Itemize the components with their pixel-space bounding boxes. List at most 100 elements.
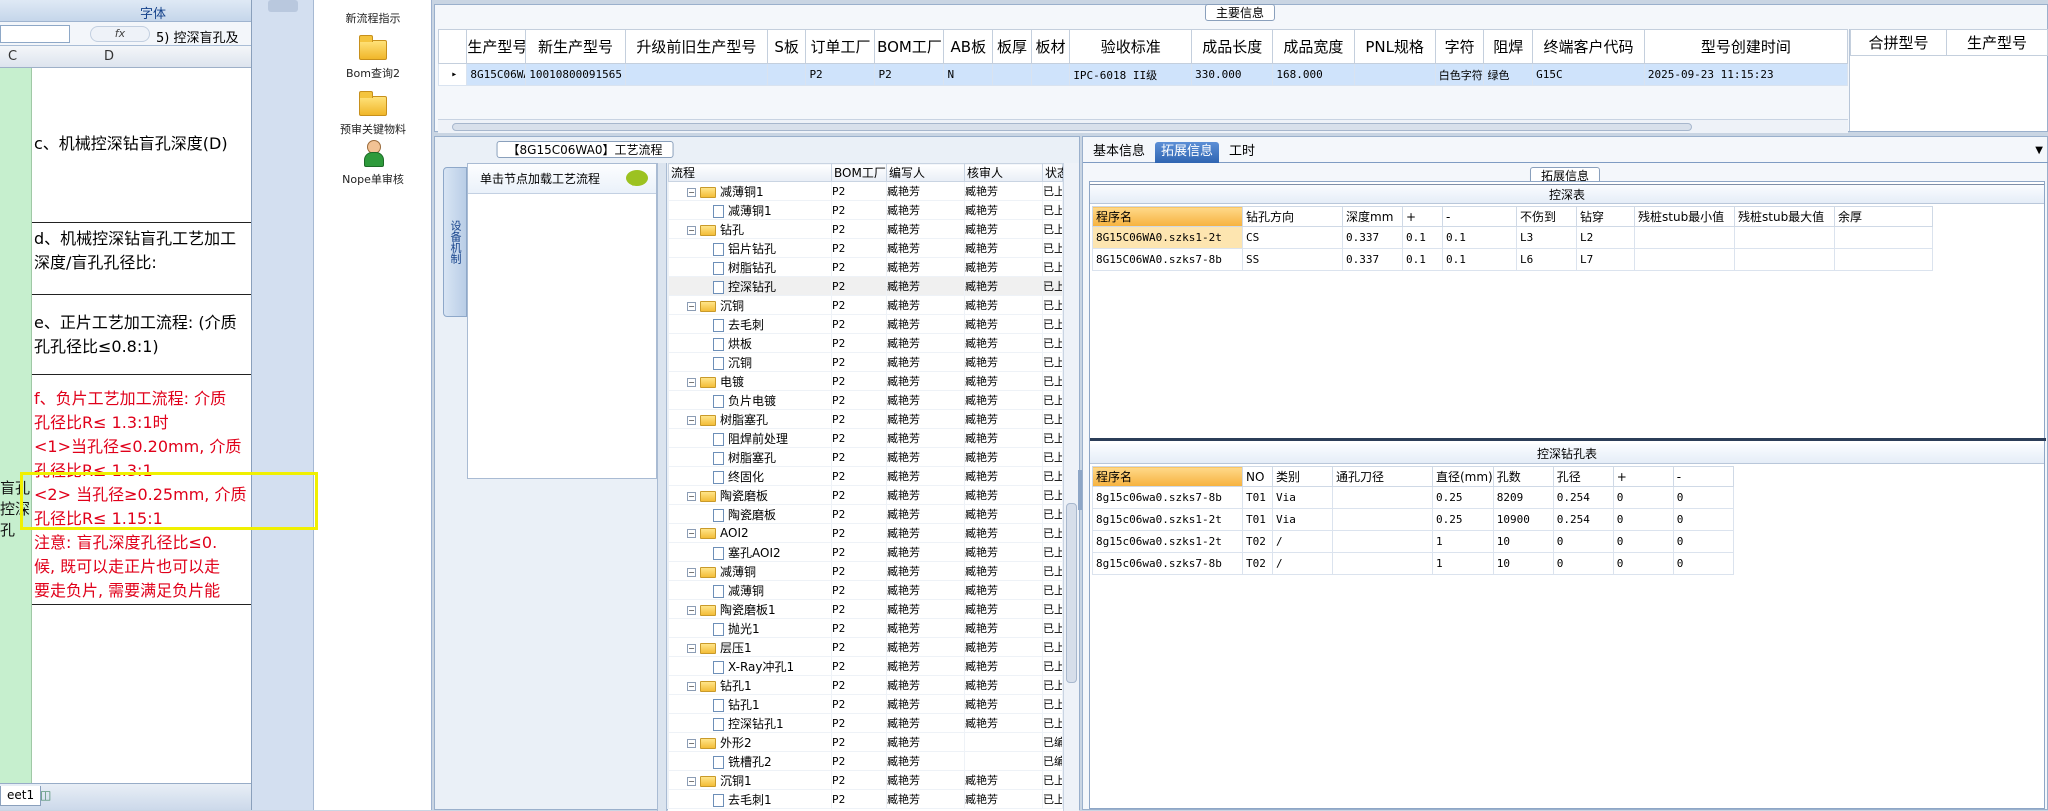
tree-node[interactable]: 控深钻孔: [668, 276, 832, 296]
column-header[interactable]: 验收标准: [1069, 29, 1193, 64]
tree-row[interactable]: −树脂塞孔P2臧艳芳臧艳芳已上网: [668, 409, 1063, 429]
tree-node[interactable]: − AOI2: [668, 523, 832, 543]
tree-row[interactable]: 铣槽孔2 P2臧艳芳 已编写: [668, 751, 1063, 771]
column-header[interactable]: AB板: [943, 29, 994, 64]
cell-d[interactable]: d、机械控深钻盲孔工艺加工 深度/盲孔孔径比:: [32, 223, 251, 295]
column-header[interactable]: BOM工厂: [874, 29, 945, 64]
row-indicator-icon[interactable]: ▸: [437, 63, 468, 86]
column-header[interactable]: S板: [766, 29, 807, 64]
column-header[interactable]: 阻焊: [1483, 29, 1534, 64]
tree-node[interactable]: − 钻孔: [668, 219, 832, 239]
cell[interactable]: P2: [874, 63, 945, 86]
cell[interactable]: 8G15C06WA0.szks1-2t: [1092, 226, 1243, 249]
column-header[interactable]: 板厚: [992, 29, 1032, 64]
cell[interactable]: /: [1272, 530, 1333, 553]
cell[interactable]: 0: [1612, 552, 1674, 575]
cell[interactable]: 8209: [1492, 486, 1554, 509]
cell[interactable]: [1634, 226, 1735, 249]
cell[interactable]: 0: [1672, 486, 1734, 509]
cell[interactable]: 1: [1432, 552, 1494, 575]
tree-node[interactable]: 树脂塞孔: [668, 447, 832, 467]
column-header[interactable]: 钻穿: [1576, 206, 1635, 227]
cell[interactable]: Via: [1272, 508, 1333, 531]
cell[interactable]: [1332, 552, 1433, 575]
cell[interactable]: 0.1: [1442, 248, 1517, 271]
cell[interactable]: 0: [1672, 508, 1734, 531]
cell[interactable]: T01: [1242, 508, 1273, 531]
tree-node[interactable]: − 减薄铜: [668, 561, 832, 581]
cell[interactable]: 0: [1552, 530, 1614, 553]
nav-nope-review[interactable]: Nope单审核: [314, 140, 432, 187]
horizontal-scrollbar[interactable]: [438, 119, 1848, 133]
row-label-cell[interactable]: 盲孔 控深孔: [0, 478, 30, 541]
table-row[interactable]: 8G15C06WA0.szks7-8b SS 0.337 0.1 0.1 L6 L7: [1092, 248, 1933, 271]
collapse-toggle-icon[interactable]: −: [687, 529, 696, 538]
cell[interactable]: [1353, 63, 1436, 86]
cell[interactable]: T02: [1242, 530, 1273, 553]
cell[interactable]: 0: [1672, 530, 1734, 553]
tree-node[interactable]: − 钻孔1: [668, 675, 832, 695]
tree-node[interactable]: 终固化: [668, 466, 832, 486]
cell[interactable]: 白色字符: [1434, 63, 1485, 86]
column-header[interactable]: 终端客户代码: [1532, 29, 1645, 64]
tree-row[interactable]: 陶瓷磨板P2臧艳芳臧艳芳已上网: [668, 504, 1063, 524]
collapse-toggle-icon[interactable]: −: [687, 187, 696, 197]
column-header[interactable]: 类别: [1272, 466, 1333, 487]
cell[interactable]: [1834, 248, 1933, 271]
tree-node[interactable]: 负片电镀: [668, 390, 832, 410]
nav-pre-review-materials[interactable]: 预审关键物料: [314, 91, 432, 137]
tree-row[interactable]: 铝片钻孔P2臧艳芳臧艳芳已上网: [668, 238, 1063, 258]
cell[interactable]: 0.1: [1442, 226, 1517, 249]
tree-node[interactable]: 去毛刺: [668, 314, 832, 334]
cell[interactable]: [1332, 486, 1433, 509]
cell[interactable]: 0.25: [1432, 486, 1494, 509]
tree-row[interactable]: X-Ray冲孔1P2臧艳芳臧艳芳已上网: [668, 656, 1063, 676]
cell[interactable]: 10010800091565: [525, 63, 626, 86]
column-header[interactable]: 生产型号: [1946, 29, 2048, 56]
tree-row[interactable]: 减薄铜P2臧艳芳臧艳芳已上网: [668, 580, 1063, 600]
cell[interactable]: [1634, 248, 1735, 271]
cell[interactable]: 10: [1492, 530, 1554, 553]
cell[interactable]: 8g15c06wa0.szks7-8b: [1092, 486, 1243, 509]
cell[interactable]: [1030, 63, 1071, 86]
column-header[interactable]: 编写人: [886, 163, 965, 182]
table-row[interactable]: 8g15c06wa0.szks1-2t T02/1 10 0 0 0: [1092, 530, 1734, 553]
cell[interactable]: Via: [1272, 486, 1333, 509]
dropdown-arrow-icon[interactable]: ▼: [2035, 145, 2043, 156]
cell[interactable]: 0.254: [1552, 486, 1614, 509]
cell[interactable]: T01: [1242, 486, 1273, 509]
collapse-toggle-icon[interactable]: −: [687, 301, 696, 311]
cell[interactable]: [624, 63, 768, 86]
tree-row[interactable]: −减薄铜1P2臧艳芳臧艳芳已上网: [668, 181, 1063, 201]
column-header[interactable]: 新生产型号: [525, 29, 626, 64]
cell-e[interactable]: e、正片工艺加工流程: (介质 孔孔径比≤0.8:1): [32, 295, 251, 375]
tree-node[interactable]: − 陶瓷磨板1: [668, 599, 832, 619]
column-header[interactable]: 核审人: [964, 163, 1043, 182]
splitter[interactable]: [657, 163, 667, 811]
tree-node[interactable]: 去毛刺1: [668, 789, 832, 809]
column-header[interactable]: 升级前旧生产型号: [624, 29, 768, 64]
tree-row[interactable]: −电镀P2臧艳芳臧艳芳已上网: [668, 371, 1063, 391]
column-header[interactable]: 深度mm: [1342, 206, 1403, 227]
tree-row[interactable]: 控深钻孔1P2臧艳芳臧艳芳已上网: [668, 713, 1063, 733]
column-header[interactable]: 余厚: [1834, 206, 1933, 227]
fx-button[interactable]: fx: [90, 26, 150, 42]
tree-row[interactable]: −沉铜1P2臧艳芳臧艳芳已上网: [668, 770, 1063, 790]
chat-bubble-icon[interactable]: [626, 170, 648, 186]
tree-row[interactable]: 控深钻孔P2臧艳芳臧艳芳已上网: [668, 276, 1063, 296]
cell[interactable]: 0: [1612, 486, 1674, 509]
column-header[interactable]: 板材: [1030, 29, 1071, 64]
cell[interactable]: [1834, 226, 1933, 249]
scrollbar-thumb[interactable]: [1066, 503, 1077, 683]
column-header[interactable]: BOM工厂: [831, 163, 887, 182]
collapse-toggle-icon[interactable]: −: [687, 491, 696, 501]
column-header[interactable]: 钻孔方向: [1242, 206, 1343, 227]
cell[interactable]: L2: [1576, 226, 1635, 249]
cell[interactable]: 0: [1612, 530, 1674, 553]
cell[interactable]: T02: [1242, 552, 1273, 575]
table-row[interactable]: 8g15c06wa0.szks1-2t T01 Via 0.25 10900 0.254 0…: [1092, 508, 1734, 531]
tree-row[interactable]: −钻孔1P2臧艳芳臧艳芳已上网: [668, 675, 1063, 695]
cell[interactable]: 8G15C06WA0.szks7-8b: [1092, 248, 1243, 271]
cell[interactable]: CS: [1242, 226, 1343, 249]
side-tab[interactable]: 设备机制: [443, 167, 467, 317]
